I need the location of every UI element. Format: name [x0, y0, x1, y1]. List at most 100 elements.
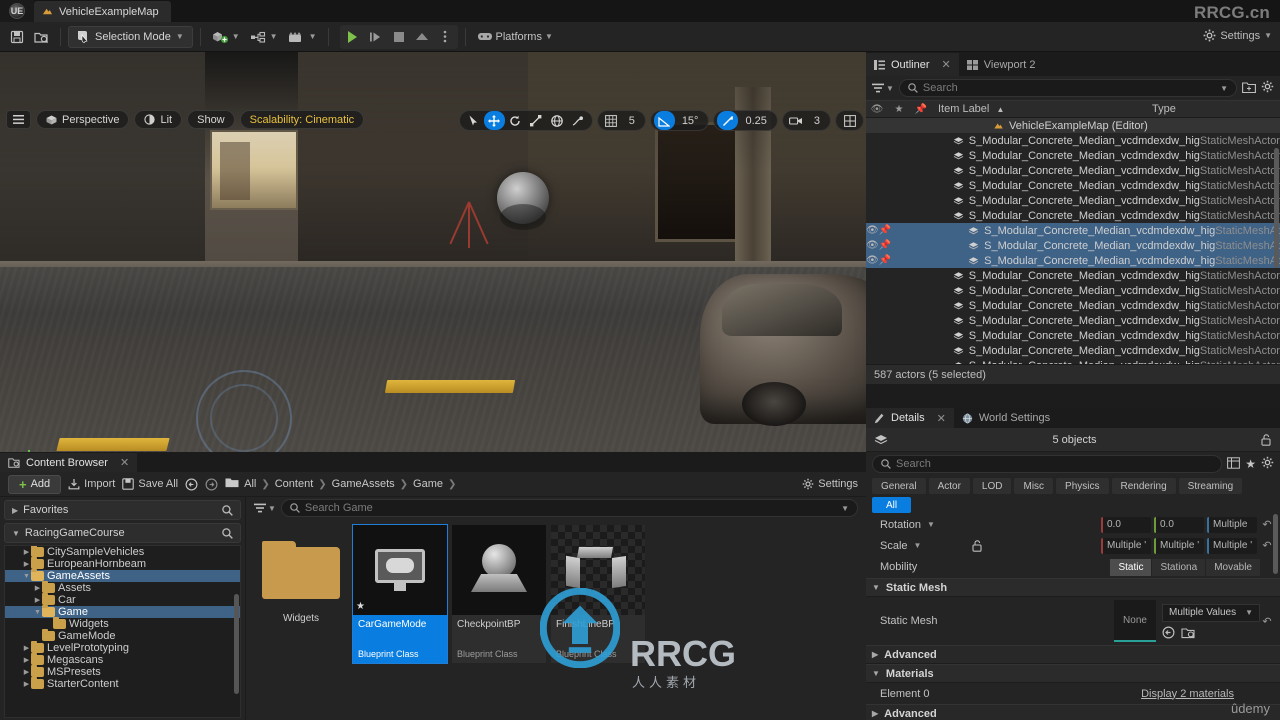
row-pin-toggle[interactable]: 📌 [879, 255, 891, 266]
browse-icon[interactable] [1181, 626, 1196, 639]
play-more-button[interactable] [434, 26, 456, 48]
breadcrumb-item-all[interactable]: All [244, 478, 256, 490]
mobility-option-movable[interactable]: Movable [1206, 558, 1260, 576]
outliner-row[interactable]: 👁 📌 S_Modular_Concrete_Median_vcdmdexdw_hi… [866, 253, 1280, 268]
tree-expand-arrow-icon[interactable]: ▼ [33, 609, 42, 616]
surface-snap-icon[interactable] [568, 111, 589, 130]
viewport-menu-button[interactable] [6, 110, 31, 129]
tree-node-widgets[interactable]: Widgets [5, 617, 240, 630]
tree-node-startercontent[interactable]: ▶ StarterContent [5, 677, 240, 690]
viewport-perspective-button[interactable]: Perspective [36, 110, 130, 129]
folder-tree-scrollbar[interactable] [234, 594, 239, 694]
outliner-row[interactable]: S_Modular_Concrete_Median_vcdmdexdw_higS… [866, 133, 1280, 148]
tree-expand-arrow-icon[interactable]: ▶ [22, 656, 31, 664]
details-filter-rendering[interactable]: Rendering [1111, 478, 1176, 494]
details-filter-general[interactable]: General [872, 478, 926, 494]
tab-outliner[interactable]: Outliner ✕ [866, 53, 959, 76]
rotation-x-field[interactable]: 0.0 [1101, 516, 1151, 533]
cinematics-button[interactable]: ▼ [284, 26, 321, 48]
tree-node-gameassets[interactable]: ▼ GameAssets [5, 569, 240, 582]
chevron-down-icon[interactable]: ▼ [914, 541, 922, 550]
rotation-y-field[interactable]: 0.0 [1154, 516, 1204, 533]
blueprints-button[interactable]: ▼ [246, 26, 282, 48]
details-columns-button[interactable] [1227, 456, 1241, 472]
scale-z-field[interactable]: Multiple ' [1207, 537, 1257, 554]
grid-snap-value[interactable]: 5 [622, 115, 642, 127]
display-materials-link[interactable]: Display 2 materials [1141, 688, 1234, 700]
close-icon[interactable]: ✕ [942, 58, 951, 71]
asset-folder-tile[interactable]: Widgets [254, 525, 348, 624]
world-space-icon[interactable] [547, 111, 568, 130]
details-filter-all[interactable]: All [872, 497, 912, 513]
chevron-down-icon[interactable]: ▼ [927, 520, 935, 529]
section-static-mesh[interactable]: ▼ Static Mesh [866, 578, 1280, 597]
document-tab-vehicleexamplemap[interactable]: VehicleExampleMap [34, 1, 171, 22]
row-visibility-toggle[interactable]: 👁 [866, 255, 879, 266]
asset-tile[interactable]: ★ CarGameMode Blueprint Class [352, 524, 448, 664]
browse-content-button[interactable] [30, 26, 53, 48]
move-tool-icon[interactable] [483, 111, 505, 130]
rotation-revert-icon[interactable]: ↶ [1260, 518, 1274, 531]
static-mesh-combo[interactable]: Multiple Values ▼ [1162, 603, 1260, 622]
rotation-z-field[interactable]: Multiple [1207, 516, 1257, 533]
unlock-icon[interactable] [1261, 433, 1272, 446]
close-icon[interactable]: ✕ [937, 412, 946, 425]
import-button[interactable]: Import [68, 478, 115, 490]
details-filter-lod[interactable]: LOD [972, 478, 1012, 494]
outliner-row[interactable]: S_Modular_Concrete_Median_vcdmdexdw_higS… [866, 298, 1280, 313]
stop-button[interactable] [388, 26, 410, 48]
scale-snap-icon[interactable] [717, 111, 739, 130]
select-tool-icon[interactable] [463, 111, 484, 130]
outliner-row[interactable]: S_Modular_Concrete_Median_vcdmdexdw_higS… [866, 178, 1280, 193]
tree-expand-arrow-icon[interactable]: ▶ [22, 644, 31, 652]
tree-node-assets[interactable]: ▶ Assets [5, 581, 240, 594]
outliner-row[interactable]: S_Modular_Concrete_Median_vcdmdexdw_higS… [866, 268, 1280, 283]
outliner-row[interactable]: S_Modular_Concrete_Median_vcdmdexdw_higS… [866, 358, 1280, 364]
outliner-filter-button[interactable]: ▼ [872, 83, 894, 93]
column-favorite-icon[interactable]: ★ [888, 104, 910, 115]
mobility-option-stationa[interactable]: Stationa [1152, 558, 1206, 576]
asset-grid[interactable]: Widgets ★ CarGameMode Blueprint Class Checkp… [246, 519, 866, 720]
column-visibility-icon[interactable]: 👁 [866, 104, 888, 115]
breadcrumb-item-game[interactable]: Game [413, 478, 443, 490]
unreal-logo-icon[interactable]: UE [0, 0, 34, 22]
tree-node-europeanhornbeam[interactable]: ▶ EuropeanHornbeam [5, 557, 240, 570]
camera-speed-icon[interactable] [786, 111, 807, 130]
tree-expand-arrow-icon[interactable]: ▶ [33, 584, 42, 592]
rotate-tool-icon[interactable] [505, 111, 526, 130]
selection-mode-button[interactable]: Selection Mode ▼ [68, 25, 193, 48]
platforms-button[interactable]: Platforms ▼ [473, 26, 557, 48]
content-browser-settings-button[interactable]: Settings [802, 478, 858, 490]
tree-expand-arrow-icon[interactable]: ▶ [22, 560, 31, 568]
section-materials[interactable]: ▼ Materials [866, 664, 1280, 683]
angle-snap-value[interactable]: 15° [675, 115, 706, 127]
outliner-row[interactable]: S_Modular_Concrete_Median_vcdmdexdw_higS… [866, 208, 1280, 223]
eject-button[interactable] [411, 26, 433, 48]
add-button[interactable]: + Add [8, 474, 62, 494]
section-advanced-1[interactable]: ▶ Advanced [866, 645, 1280, 664]
tree-expand-arrow-icon[interactable]: ▶ [22, 680, 31, 688]
tree-expand-arrow-icon[interactable]: ▶ [22, 668, 31, 676]
details-settings-button[interactable] [1261, 456, 1274, 472]
mobility-option-static[interactable]: Static [1110, 558, 1152, 576]
outliner-row[interactable]: 👁 📌 S_Modular_Concrete_Median_vcdmdexdw_hi… [866, 238, 1280, 253]
level-viewport[interactable]: Perspective Lit Show Scalability: Cinema… [0, 52, 866, 452]
viewport-viewmode-button[interactable]: Lit [134, 110, 183, 129]
details-filter-physics[interactable]: Physics [1056, 478, 1109, 494]
layouts-icon[interactable] [839, 111, 860, 130]
property-scale-label[interactable]: Scale ▼ [880, 540, 972, 552]
property-rotation-label[interactable]: Rotation ▼ [880, 519, 972, 531]
static-mesh-revert-icon[interactable]: ↶ [1260, 615, 1274, 628]
details-filter-misc[interactable]: Misc [1014, 478, 1054, 494]
outliner-row[interactable]: S_Modular_Concrete_Median_vcdmdexdw_higS… [866, 343, 1280, 358]
save-button[interactable] [6, 26, 28, 48]
search-icon[interactable] [222, 504, 233, 516]
editor-settings-button[interactable]: Settings ▼ [1203, 29, 1272, 42]
forward-button[interactable] [205, 478, 218, 491]
outliner-row[interactable]: 👁 📌 S_Modular_Concrete_Median_vcdmdexdw_hi… [866, 223, 1280, 238]
details-favorite-button[interactable]: ★ [1245, 457, 1256, 471]
outliner-scrollbar[interactable] [1274, 148, 1279, 268]
play-button[interactable] [342, 26, 364, 48]
asset-tile[interactable]: CheckpointBP Blueprint Class [452, 525, 546, 663]
details-filter-actor[interactable]: Actor [928, 478, 970, 494]
